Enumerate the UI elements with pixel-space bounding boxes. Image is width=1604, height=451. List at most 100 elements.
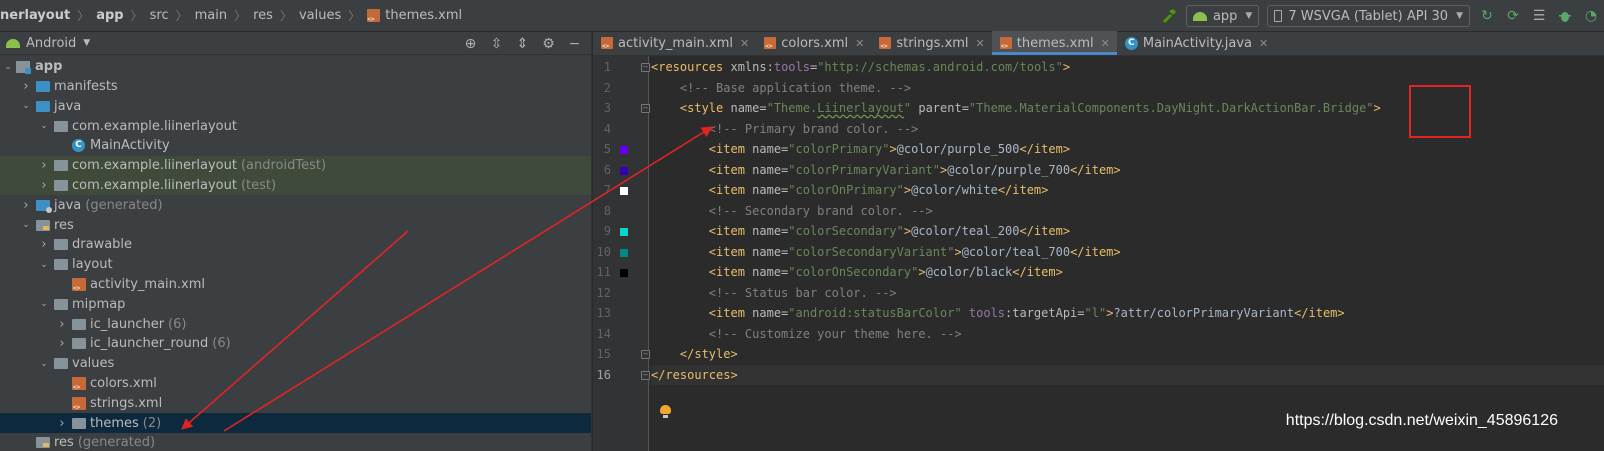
code-line[interactable]: <item name="colorSecondary">@color/teal_… xyxy=(651,221,1070,242)
fold-marker-icon[interactable]: − xyxy=(641,63,650,72)
project-view-selector[interactable]: Android xyxy=(26,36,76,51)
close-icon[interactable]: ✕ xyxy=(740,37,749,50)
collapse-all-icon[interactable]: ⇕ xyxy=(514,35,531,52)
editor-tab[interactable]: colors.xml ✕ xyxy=(756,31,871,55)
tree-item[interactable]: res (generated) xyxy=(0,433,591,451)
tree-item[interactable]: colors.xml xyxy=(0,374,591,394)
breadcrumb-file[interactable]: themes.xml xyxy=(367,8,462,23)
tree-item[interactable]: ⌄ values xyxy=(0,354,591,374)
color-swatch-icon[interactable] xyxy=(620,187,628,195)
editor-tab[interactable]: activity_main.xml ✕ xyxy=(593,31,756,55)
code-line[interactable]: </style> xyxy=(651,344,738,365)
code-line[interactable]: <!-- Primary brand color. --> xyxy=(651,119,919,140)
collapsed-chevron-icon[interactable]: › xyxy=(20,198,32,213)
expanded-chevron-icon[interactable]: ⌄ xyxy=(20,101,32,111)
code-line[interactable]: <!-- Secondary brand color. --> xyxy=(651,201,933,222)
device-dropdown[interactable]: 7 WSVGA (Tablet) API 30 ▼ xyxy=(1267,5,1470,27)
tree-item[interactable]: ⌄ mipmap xyxy=(0,295,591,315)
code-line[interactable]: <item name="colorSecondaryVariant">@colo… xyxy=(651,242,1121,263)
breadcrumb-res[interactable]: res xyxy=(253,8,273,23)
minimize-icon[interactable]: − xyxy=(566,35,583,52)
code-area[interactable]: <resources xmlns:tools="http://schemas.a… xyxy=(651,56,1604,451)
tree-item[interactable]: › manifests xyxy=(0,77,591,97)
code-line[interactable]: <!-- Base application theme. --> xyxy=(651,78,911,99)
editor-tab[interactable]: themes.xml ✕ xyxy=(991,31,1117,55)
code-line[interactable]: </resources> xyxy=(651,364,1604,385)
color-swatch-icon[interactable] xyxy=(620,166,628,175)
tree-item[interactable]: › themes (2) xyxy=(0,413,591,433)
chevron-down-icon[interactable]: ▼ xyxy=(83,38,90,48)
chevron-right-icon: 〉 xyxy=(77,9,90,23)
color-swatch-icon[interactable] xyxy=(620,248,628,257)
tree-item[interactable]: › com.example.liinerlayout (androidTest) xyxy=(0,156,591,176)
tree-item[interactable]: activity_main.xml xyxy=(0,275,591,295)
fold-marker-icon[interactable]: − xyxy=(641,350,650,359)
code-token: > xyxy=(918,265,926,279)
code-line[interactable]: <style name="Theme.Liinerlayout" parent=… xyxy=(651,98,1381,119)
expanded-chevron-icon[interactable]: ⌄ xyxy=(38,121,50,131)
editor-tab[interactable]: strings.xml ✕ xyxy=(871,31,991,55)
breadcrumb-main[interactable]: main xyxy=(195,8,227,23)
debug-bug-icon[interactable] xyxy=(1557,8,1573,24)
tree-item[interactable]: › ic_launcher (6) xyxy=(0,314,591,334)
close-icon[interactable]: ✕ xyxy=(855,37,864,50)
close-icon[interactable]: ✕ xyxy=(1101,37,1110,50)
tree-item[interactable]: › ic_launcher_round (6) xyxy=(0,334,591,354)
breadcrumb-src[interactable]: src xyxy=(150,8,169,23)
expanded-chevron-icon[interactable]: ⌄ xyxy=(38,260,50,270)
code-line[interactable]: <item name="colorPrimaryVariant">@color/… xyxy=(651,160,1121,181)
run-list-icon[interactable]: ☰ xyxy=(1531,8,1547,24)
color-swatch-icon[interactable] xyxy=(620,228,628,236)
expanded-chevron-icon[interactable]: ⌄ xyxy=(20,220,32,230)
expanded-chevron-icon[interactable]: ⌄ xyxy=(2,62,14,72)
code-line[interactable]: <item name="android:statusBarColor" tool… xyxy=(651,303,1345,324)
collapsed-chevron-icon[interactable]: › xyxy=(38,237,50,252)
apply-code-changes-icon[interactable]: ⟳ xyxy=(1505,8,1521,24)
breadcrumb-project[interactable]: nerlayout xyxy=(0,8,70,23)
expand-all-icon[interactable]: ⇳ xyxy=(488,35,505,52)
color-swatch-icon[interactable] xyxy=(620,269,628,277)
breadcrumb-values[interactable]: values xyxy=(299,8,341,23)
fold-marker-icon[interactable]: − xyxy=(641,370,650,380)
close-icon[interactable]: ✕ xyxy=(976,37,985,50)
folder-icon xyxy=(54,180,68,192)
tree-item[interactable]: strings.xml xyxy=(0,394,591,414)
profile-icon[interactable]: ◔ xyxy=(1583,8,1599,24)
collapsed-chevron-icon[interactable]: › xyxy=(56,416,68,431)
collapsed-chevron-icon[interactable]: › xyxy=(38,178,50,193)
tree-item[interactable]: ⌄ com.example.liinerlayout xyxy=(0,116,591,136)
expanded-chevron-icon[interactable]: ⌄ xyxy=(38,299,50,309)
color-swatch-icon[interactable] xyxy=(620,146,628,154)
tree-item[interactable]: › com.example.liinerlayout (test) xyxy=(0,175,591,196)
collapsed-chevron-icon[interactable]: › xyxy=(38,158,50,173)
expanded-chevron-icon[interactable]: ⌄ xyxy=(38,359,50,369)
code-line[interactable]: <item name="colorOnSecondary">@color/bla… xyxy=(651,262,1063,283)
collapsed-chevron-icon[interactable]: › xyxy=(56,317,68,332)
editor-tab[interactable]: C MainActivity.java ✕ xyxy=(1117,31,1275,55)
tree-item[interactable]: › java (generated) xyxy=(0,196,591,216)
apply-changes-restart-icon[interactable]: ↻ xyxy=(1479,8,1495,24)
hammer-build-icon[interactable] xyxy=(1161,8,1177,24)
tree-item[interactable]: ⌄ res xyxy=(0,215,591,235)
tree-item[interactable]: › drawable xyxy=(0,235,591,255)
close-icon[interactable]: ✕ xyxy=(1259,37,1268,50)
code-line[interactable]: <resources xmlns:tools="http://schemas.a… xyxy=(651,57,1070,78)
tree-item[interactable]: C MainActivity xyxy=(0,136,591,156)
editor-tab-label: colors.xml xyxy=(781,35,849,51)
gear-icon[interactable]: ⚙ xyxy=(540,35,557,52)
fold-marker-icon[interactable]: − xyxy=(641,104,650,113)
breadcrumb: nerlayout 〉 app 〉 src 〉 main 〉 res 〉 val… xyxy=(0,0,462,32)
collapsed-chevron-icon[interactable]: › xyxy=(20,79,32,94)
collapsed-chevron-icon[interactable]: › xyxy=(56,336,68,351)
run-configuration-dropdown[interactable]: app ▼ xyxy=(1185,5,1260,27)
code-line[interactable]: <item name="colorOnPrimary">@color/white… xyxy=(651,180,1049,201)
code-line[interactable]: <!-- Status bar color. --> xyxy=(651,283,897,304)
tree-item[interactable]: ⌄ app xyxy=(0,57,591,77)
tree-item[interactable]: ⌄ java xyxy=(0,97,591,117)
locate-target-icon[interactable]: ⊕ xyxy=(462,35,479,52)
tree-item[interactable]: ⌄ layout xyxy=(0,255,591,275)
code-line[interactable]: <item name="colorPrimary">@color/purple_… xyxy=(651,139,1070,160)
breadcrumb-module[interactable]: app xyxy=(96,8,123,23)
code-line[interactable]: <!-- Customize your theme here. --> xyxy=(651,324,962,345)
